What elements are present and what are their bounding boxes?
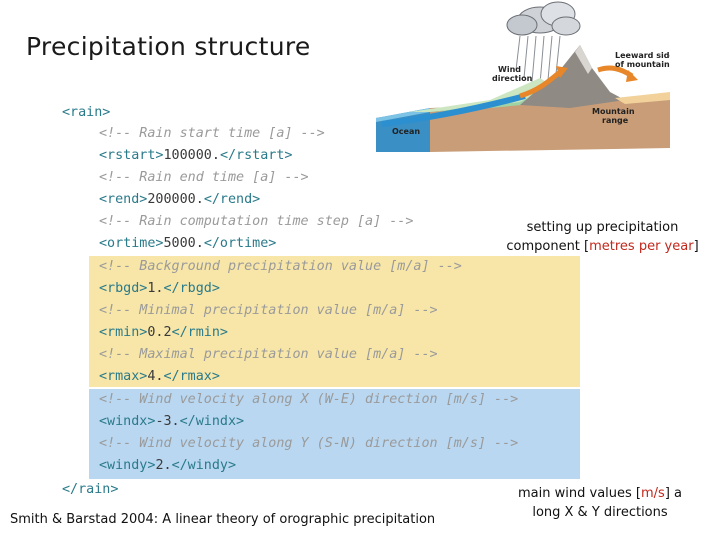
leeward-label-2: of mountain: [615, 60, 670, 69]
code-comment: <!-- Wind velocity along X (W-E) directi…: [99, 392, 519, 407]
wind-direction-label-1: Wind: [498, 65, 521, 74]
close-tag: </ortime>: [203, 236, 277, 251]
tag-value: 100000.: [163, 148, 220, 163]
close-tag: </rmin>: [171, 325, 228, 340]
tag-value: 5000.: [163, 236, 204, 251]
orographic-diagram: Wind direction Leeward side of mountain …: [376, 1, 670, 152]
tag-value: 1.: [147, 281, 164, 296]
code-comment: <!-- Wind velocity along Y (S-N) directi…: [99, 436, 519, 451]
tag-value: 200000.: [147, 192, 204, 207]
leeward-label-1: Leeward side: [615, 51, 670, 60]
cloud-icon: [506, 1, 581, 36]
precipitation-note: setting up precipitation component [metr…: [500, 218, 705, 256]
precipitation-unit: metres per year: [589, 239, 694, 254]
code-comment: <!-- Rain computation time step [a] -->: [99, 214, 414, 229]
wind-note: main wind values [m/s] a long X & Y dire…: [500, 484, 700, 522]
code-element-line: <windy>2.</windy>: [99, 457, 236, 475]
close-tag: </rend>: [203, 192, 261, 207]
mountain-range: [520, 45, 625, 108]
open-tag: <rmin>: [99, 325, 148, 340]
code-comment: <!-- Rain start time [a] -->: [99, 126, 325, 141]
tag-value: -3.: [155, 414, 180, 429]
open-tag: <rstart>: [99, 148, 164, 163]
wind-unit: m/s: [640, 486, 665, 501]
mountain-label-2: range: [602, 116, 629, 125]
wind-note-text-end: ] a: [664, 486, 682, 501]
code-element-line: <ortime>5000.</ortime>: [99, 235, 276, 253]
wind-note-text: main wind values [: [518, 486, 641, 501]
precipitation-note-line2: component [metres per year]: [500, 237, 705, 256]
precipitation-note-text: component [: [506, 239, 590, 254]
wind-direction-label-2: direction: [492, 74, 533, 83]
tag-value: 4.: [147, 369, 164, 384]
ocean-label: Ocean: [392, 127, 420, 136]
code-element-line: <windx>-3.</windx>: [99, 413, 244, 431]
close-tag: </rstart>: [219, 148, 293, 163]
open-tag: <rend>: [99, 192, 148, 207]
open-tag: <windy>: [99, 458, 156, 473]
code-comment: <!-- Rain end time [a] -->: [99, 170, 309, 185]
slide-title: Precipitation structure: [26, 32, 311, 61]
tag-value: 2.: [155, 458, 172, 473]
open-tag: <ortime>: [99, 236, 164, 251]
mountain-label-1: Mountain: [592, 107, 635, 116]
code-comment: <!-- Maximal precipitation value [m/a] -…: [99, 347, 438, 362]
close-tag: </rbgd>: [163, 281, 220, 296]
close-tag: </rmax>: [163, 369, 220, 384]
code-element-line: <rmin>0.2</rmin>: [99, 324, 228, 342]
citation: Smith & Barstad 2004: A linear theory of…: [10, 512, 436, 527]
precipitation-note-line1: setting up precipitation: [526, 220, 679, 235]
tag-value: 0.2: [147, 325, 172, 340]
open-tag: <rbgd>: [99, 281, 148, 296]
code-element-line: <rstart>100000.</rstart>: [99, 147, 293, 165]
precipitation-note-bracket: ]: [693, 239, 699, 254]
close-tag: </windy>: [171, 458, 237, 473]
open-tag: <rmax>: [99, 369, 148, 384]
code-comment: <!-- Background precipitation value [m/a…: [99, 259, 462, 274]
wind-note-line1: main wind values [m/s] a: [500, 484, 700, 503]
open-tag: <windx>: [99, 414, 156, 429]
code-element-line: <rend>200000.</rend>: [99, 191, 260, 209]
wind-note-line2: long X & Y directions: [532, 505, 668, 520]
close-tag: </windx>: [179, 414, 245, 429]
rain-open-tag: <rain>: [62, 105, 111, 120]
rain-close-tag: </rain>: [62, 482, 119, 497]
code-element-line: <rbgd>1.</rbgd>: [99, 280, 220, 298]
code-element-line: <rmax>4.</rmax>: [99, 368, 220, 386]
code-comment: <!-- Minimal precipitation value [m/a] -…: [99, 303, 438, 318]
